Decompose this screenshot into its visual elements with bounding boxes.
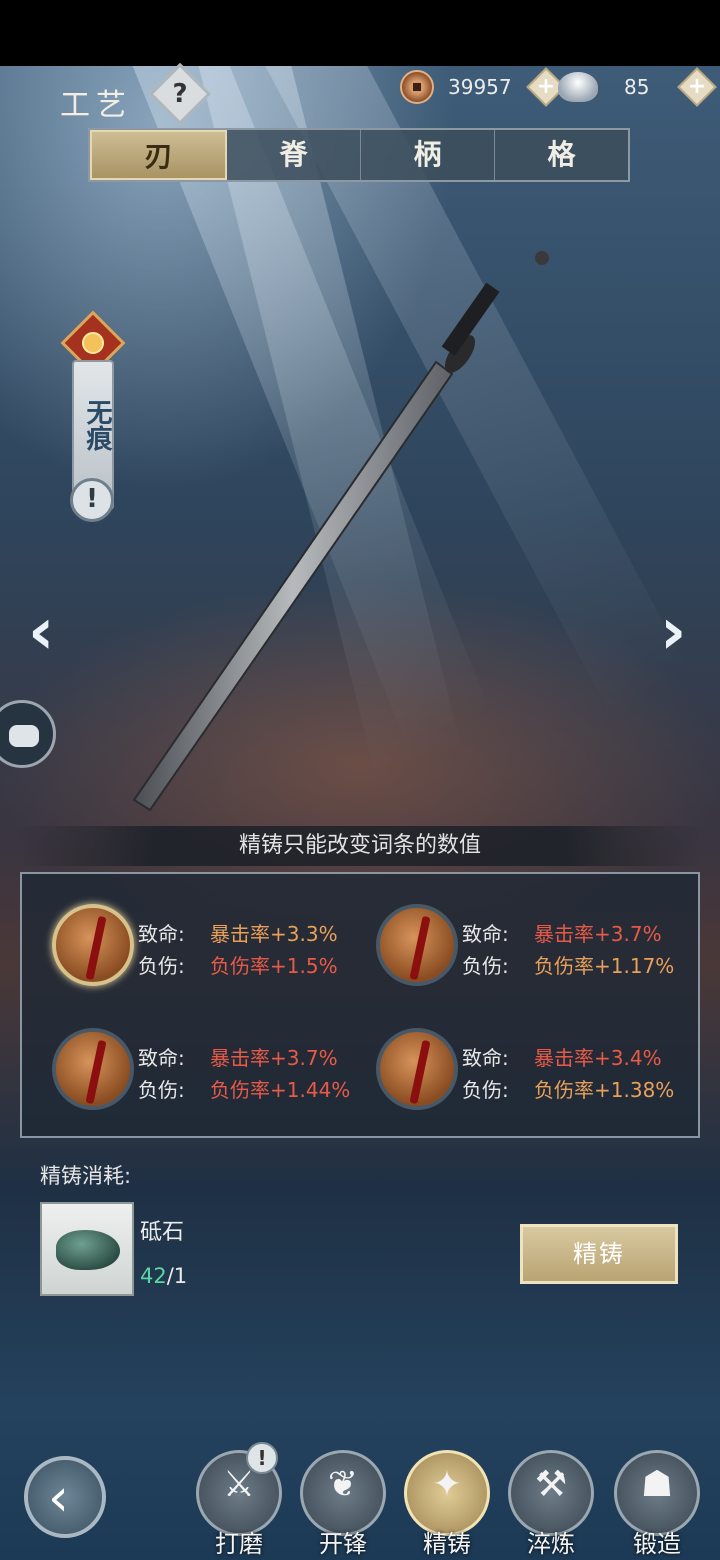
add-silver-button[interactable]: +: [677, 67, 718, 107]
next-weapon-arrow[interactable]: ›: [660, 600, 686, 664]
affix-value: 暴击率+3.7%: [210, 1046, 338, 1070]
weapon-name: 无痕: [82, 399, 112, 451]
back-arrow-icon: ‹: [48, 1468, 69, 1528]
prev-weapon-arrow[interactable]: ‹: [28, 600, 54, 664]
affix-label: 负伤:: [138, 954, 185, 978]
tab-spine[interactable]: 脊: [227, 130, 361, 180]
alert-badge-icon: !: [246, 1442, 278, 1474]
nav-label: 锻造: [633, 1530, 681, 1558]
nav-forge[interactable]: ☗ 锻造: [612, 1450, 702, 1560]
forge-icon: ☗: [640, 1464, 674, 1505]
refine-button[interactable]: 精铸: [520, 1224, 678, 1284]
refine-icon: ✦: [431, 1464, 463, 1505]
tab-guard[interactable]: 格: [495, 130, 628, 180]
temper-icon: ⚒: [534, 1464, 568, 1505]
affix-panel: 致命: 暴击率+3.3% 负伤: 负伤率+1.5% 致命: 暴击率+3.7% 负伤: 负…: [20, 872, 700, 1138]
item-owned: 42: [140, 1264, 167, 1288]
affix-value: 暴击率+3.3%: [210, 922, 338, 946]
blade-affix-icon: [376, 1028, 458, 1110]
affix-option[interactable]: 致命: 暴击率+3.4% 负伤: 负伤率+1.38%: [370, 1022, 690, 1118]
copper-coin-icon: [400, 70, 434, 104]
refine-hint: 精铸只能改变词条的数值: [20, 826, 700, 866]
affix-label: 负伤:: [462, 954, 509, 978]
silver-ingot-icon: [558, 72, 598, 102]
item-name: 砥石: [140, 1220, 185, 1245]
page-title: 工艺: [60, 88, 132, 123]
affix-label: 致命:: [462, 922, 509, 946]
chat-bubble-icon: [9, 725, 39, 747]
item-count: 42/1: [140, 1264, 187, 1288]
back-button[interactable]: ‹: [24, 1456, 106, 1538]
sword-image: [132, 251, 549, 812]
sun-emblem-icon: [82, 332, 104, 354]
whetstone-slot[interactable]: [40, 1202, 134, 1296]
affix-value: 负伤率+1.44%: [210, 1078, 351, 1102]
blade-affix-icon: [52, 904, 134, 986]
copper-amount: 39957: [448, 75, 512, 99]
affix-value: 负伤率+1.38%: [534, 1078, 675, 1102]
nav-temper[interactable]: ⚒ 淬炼: [506, 1450, 596, 1560]
silver-currency: 85 +: [558, 67, 718, 107]
whetstone-icon: [56, 1230, 120, 1270]
weapon-name-tag: 无痕 !: [60, 310, 126, 530]
question-icon: ?: [172, 79, 188, 109]
affix-option[interactable]: 致命: 暴击率+3.3% 负伤: 负伤率+1.5%: [46, 898, 366, 994]
nav-label: 开锋: [319, 1530, 367, 1558]
sharpen-icon: ❦: [327, 1464, 359, 1505]
affix-value: 负伤率+1.17%: [534, 954, 675, 978]
affix-label: 致命:: [138, 1046, 185, 1070]
affix-value: 暴击率+3.7%: [534, 922, 662, 946]
affix-value: 暴击率+3.4%: [534, 1046, 662, 1070]
blade-affix-icon: [52, 1028, 134, 1110]
affix-value: 负伤率+1.5%: [210, 954, 338, 978]
weapon-info-button[interactable]: !: [70, 478, 114, 522]
part-tabs: 刃 脊 柄 格: [88, 128, 630, 182]
nav-label: 精铸: [423, 1530, 471, 1558]
nav-label: 淬炼: [527, 1530, 575, 1558]
status-bar: [0, 0, 720, 66]
affix-label: 负伤:: [138, 1078, 185, 1102]
silver-amount: 85: [624, 75, 650, 99]
copper-currency: 39957 +: [400, 67, 566, 107]
tab-blade[interactable]: 刃: [90, 130, 227, 180]
affix-label: 致命:: [138, 922, 185, 946]
nav-sharpen[interactable]: ❦ 开锋: [298, 1450, 388, 1560]
blade-affix-icon: [376, 904, 458, 986]
affix-label: 负伤:: [462, 1078, 509, 1102]
affix-option[interactable]: 致命: 暴击率+3.7% 负伤: 负伤率+1.17%: [370, 898, 690, 994]
nav-label: 打磨: [215, 1530, 263, 1558]
affix-label: 致命:: [462, 1046, 509, 1070]
nav-refine[interactable]: ✦ 精铸: [402, 1450, 492, 1560]
nav-polish[interactable]: ⚔ 打磨 !: [194, 1442, 284, 1560]
affix-option[interactable]: 致命: 暴击率+3.7% 负伤: 负伤率+1.44%: [46, 1022, 366, 1118]
tab-hilt[interactable]: 柄: [361, 130, 495, 180]
item-required: /1: [166, 1264, 188, 1288]
cost-title: 精铸消耗:: [40, 1164, 132, 1188]
